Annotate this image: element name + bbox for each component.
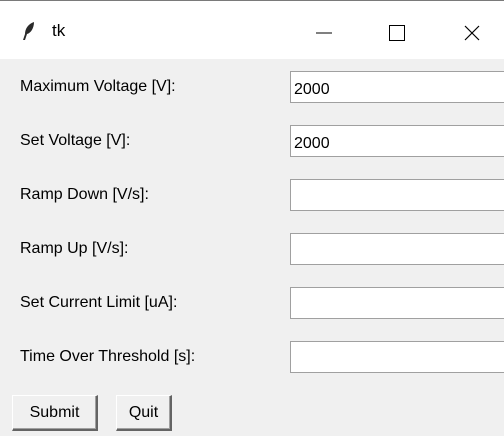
minimize-icon	[316, 32, 332, 34]
form-row-max-voltage: Maximum Voltage [V]:	[0, 69, 504, 109]
time-over-threshold-label: Time Over Threshold [s]:	[20, 348, 196, 365]
title-bar[interactable]: tk	[0, 1, 504, 59]
tk-window: tk Maximum Voltage [V]: Set Voltage [V]:	[0, 0, 504, 436]
max-voltage-label: Maximum Voltage [V]:	[20, 78, 176, 95]
form-row-ramp-up: Ramp Up [V/s]:	[0, 231, 504, 271]
set-voltage-input[interactable]	[290, 125, 504, 157]
form-row-set-voltage: Set Voltage [V]:	[0, 123, 504, 163]
ramp-down-label: Ramp Down [V/s]:	[20, 186, 149, 203]
form-area: Maximum Voltage [V]: Set Voltage [V]: Ra…	[0, 59, 504, 436]
current-limit-input[interactable]	[290, 287, 504, 319]
submit-button[interactable]: Submit	[12, 395, 98, 431]
ramp-up-label: Ramp Up [V/s]:	[20, 240, 129, 257]
close-button[interactable]	[450, 13, 494, 53]
maximize-button[interactable]	[375, 13, 419, 53]
form-row-current-limit: Set Current Limit [uA]:	[0, 285, 504, 325]
window-title: tk	[52, 21, 66, 40]
form-row-time-over-threshold: Time Over Threshold [s]:	[0, 339, 504, 379]
time-over-threshold-input[interactable]	[290, 341, 504, 373]
minimize-button[interactable]	[302, 13, 346, 53]
form-row-ramp-down: Ramp Down [V/s]:	[0, 177, 504, 217]
max-voltage-input[interactable]	[290, 71, 504, 103]
ramp-down-input[interactable]	[290, 179, 504, 211]
feather-icon	[23, 22, 34, 40]
set-voltage-label: Set Voltage [V]:	[20, 132, 131, 149]
current-limit-label: Set Current Limit [uA]:	[20, 294, 178, 311]
ramp-up-input[interactable]	[290, 233, 504, 265]
maximize-icon	[389, 25, 405, 41]
close-icon	[464, 25, 480, 41]
quit-button[interactable]: Quit	[116, 395, 172, 431]
